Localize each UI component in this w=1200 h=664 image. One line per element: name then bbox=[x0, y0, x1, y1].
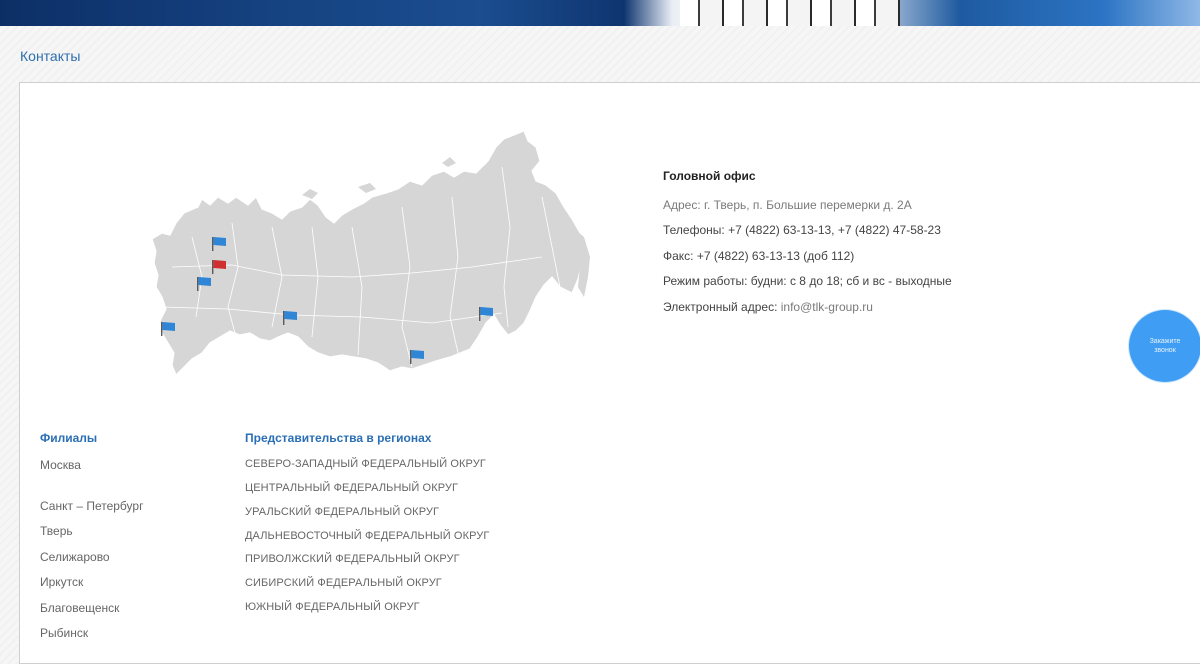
branch-item[interactable]: Санкт – Петербург bbox=[40, 499, 143, 513]
address-line: Адрес: г. Тверь, п. Большие перемерки д.… bbox=[663, 197, 952, 222]
phones-label: Телефоны: bbox=[663, 223, 725, 238]
branch-item[interactable]: Селижарово bbox=[40, 550, 110, 564]
email-link[interactable]: info@tlk-group.ru bbox=[781, 300, 873, 314]
branch-item[interactable]: Тверь bbox=[40, 524, 73, 538]
region-item[interactable]: СЕВЕРО-ЗАПАДНЫЙ ФЕДЕРАЛЬНЫЙ ОКРУГ bbox=[245, 458, 486, 470]
region-item[interactable]: ЮЖНЫЙ ФЕДЕРАЛЬНЫЙ ОКРУГ bbox=[245, 601, 420, 613]
callback-button[interactable]: Закажите звонок bbox=[1129, 310, 1200, 382]
fax-label: Факс: bbox=[663, 248, 694, 263]
hours-label: Режим работы: bbox=[663, 274, 748, 289]
page-title: Контакты bbox=[20, 48, 81, 64]
fax-line: Факс: +7 (4822) 63-13-13 (доб 112) bbox=[663, 248, 952, 273]
fax-value: +7 (4822) 63-13-13 (доб 112) bbox=[696, 248, 855, 263]
banner-decoration bbox=[680, 0, 900, 26]
map-land bbox=[151, 130, 585, 377]
head-office-info: Головной офис Адрес: г. Тверь, п. Больши… bbox=[663, 169, 952, 324]
region-item[interactable]: СИБИРСКИЙ ФЕДЕРАЛЬНЫЙ ОКРУГ bbox=[245, 577, 442, 589]
region-item[interactable]: УРАЛЬСКИЙ ФЕДЕРАЛЬНЫЙ ОКРУГ bbox=[245, 506, 439, 518]
branches-heading: Филиалы bbox=[40, 431, 98, 445]
branch-item[interactable]: Рыбинск bbox=[40, 626, 88, 640]
email-line: Электронный адрес: info@tlk-group.ru bbox=[663, 299, 952, 324]
branch-item[interactable]: Москва bbox=[40, 458, 81, 472]
head-office-heading: Головной офис bbox=[663, 169, 756, 183]
region-item[interactable]: ЦЕНТРАЛЬНЫЙ ФЕДЕРАЛЬНЫЙ ОКРУГ bbox=[245, 482, 458, 494]
branch-item[interactable]: Благовещенск bbox=[40, 601, 119, 615]
top-banner bbox=[0, 0, 1200, 26]
russia-map-svg bbox=[151, 130, 590, 377]
branch-item[interactable]: Иркутск bbox=[40, 575, 83, 589]
hours-value: будни: с 8 до 18; сб и вс - выходные bbox=[750, 274, 952, 289]
region-item[interactable]: ДАЛЬНЕВОСТОЧНЫЙ ФЕДЕРАЛЬНЫЙ ОКРУГ bbox=[245, 530, 489, 542]
address-label: Адрес: bbox=[663, 198, 701, 212]
callback-label: Закажите звонок bbox=[1149, 338, 1181, 354]
regions-heading: Представительства в регионах bbox=[245, 431, 432, 445]
phones-line: Телефоны: +7 (4822) 63-13-13, +7 (4822) … bbox=[663, 222, 952, 247]
content-panel: Головной офис Адрес: г. Тверь, п. Больши… bbox=[19, 82, 1200, 664]
address-value: г. Тверь, п. Большие перемерки д. 2А bbox=[704, 198, 912, 212]
region-item[interactable]: ПРИВОЛЖСКИЙ ФЕДЕРАЛЬНЫЙ ОКРУГ bbox=[245, 553, 460, 565]
russia-map bbox=[132, 127, 592, 397]
hours-line: Режим работы: будни: с 8 до 18; сб и вс … bbox=[663, 273, 952, 298]
email-label: Электронный адрес: bbox=[663, 299, 778, 314]
phones-value: +7 (4822) 63-13-13, +7 (4822) 47-58-23 bbox=[728, 223, 941, 238]
